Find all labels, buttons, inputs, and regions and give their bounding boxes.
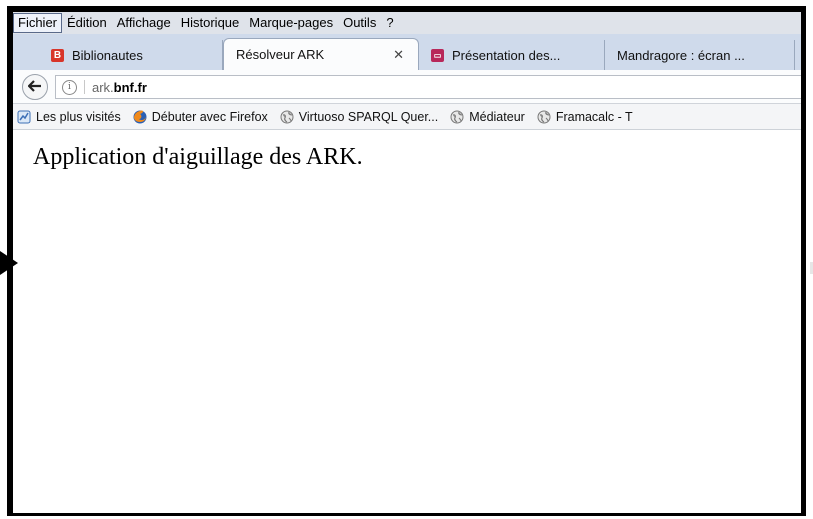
bookmark-label: Virtuoso SPARQL Quer... xyxy=(298,109,439,124)
presentation-favicon-icon: ▭ xyxy=(431,48,444,62)
tab-mandragore[interactable]: Mandragore : écran ... xyxy=(605,40,795,70)
tab-label: Résolveur ARK xyxy=(236,47,325,62)
page-heading: Application d'aiguillage des ARK. xyxy=(33,144,363,170)
bookmark-label: Débuter avec Firefox xyxy=(151,109,268,124)
tab-label: Mandragore : écran ... xyxy=(617,47,745,63)
tab-label: Présentation des... xyxy=(452,47,561,63)
url-host: ark. xyxy=(92,79,114,95)
menu-marque-pages[interactable]: Marque-pages xyxy=(244,14,338,32)
bookmark-label: Les plus visités xyxy=(36,109,121,124)
bookmark-firefox[interactable]: Débuter avec Firefox xyxy=(133,110,268,124)
bookmarks-toolbar: Les plus visités Débuter avec Firefox Vi… xyxy=(13,104,801,130)
tab-strip: B Biblionautes Résolveur ARK ✕ ▭ Présent… xyxy=(13,34,801,70)
tab-resolveur-ark[interactable]: Résolveur ARK ✕ xyxy=(223,38,419,70)
bookmark-label: Framacalc - T xyxy=(555,109,633,124)
pointer-arrow-icon xyxy=(0,251,18,275)
tab-label: Biblionautes xyxy=(72,47,143,63)
globe-icon xyxy=(537,110,551,123)
tab-biblionautes[interactable]: B Biblionautes xyxy=(13,40,223,70)
url-bar[interactable]: i ark. bnf.fr xyxy=(55,75,801,99)
globe-icon xyxy=(280,110,294,123)
menu-affichage[interactable]: Affichage xyxy=(112,14,176,32)
navigation-bar: i ark. bnf.fr xyxy=(13,70,801,104)
menu-bar: Fichier Édition Affichage Historique Mar… xyxy=(13,12,801,34)
back-button[interactable] xyxy=(22,74,48,100)
most-visited-icon xyxy=(17,110,31,123)
menu-outils[interactable]: Outils xyxy=(338,14,381,32)
tab-presentation[interactable]: ▭ Présentation des... xyxy=(419,40,605,70)
menu-help[interactable]: ? xyxy=(381,14,398,32)
browser-window: Fichier Édition Affichage Historique Mar… xyxy=(7,6,806,516)
biblionautes-favicon-icon: B xyxy=(51,48,64,62)
url-domain: bnf.fr xyxy=(113,79,147,95)
close-tab-icon[interactable]: ✕ xyxy=(393,47,404,63)
menu-fichier[interactable]: Fichier xyxy=(13,13,63,33)
bookmark-virtuoso[interactable]: Virtuoso SPARQL Quer... xyxy=(280,110,438,124)
info-icon[interactable]: i xyxy=(62,79,77,95)
firefox-icon xyxy=(133,110,147,123)
url-separator xyxy=(84,80,85,94)
menu-edition[interactable]: Édition xyxy=(62,14,112,32)
back-arrow-icon xyxy=(27,77,42,97)
bookmark-framacalc[interactable]: Framacalc - T xyxy=(537,110,633,124)
bookmark-most-visited[interactable]: Les plus visités xyxy=(17,110,121,124)
globe-icon xyxy=(450,110,464,123)
page-content: Application d'aiguillage des ARK. xyxy=(13,130,801,513)
menu-historique[interactable]: Historique xyxy=(176,14,245,32)
bookmark-mediateur[interactable]: Médiateur xyxy=(450,110,525,124)
bookmark-label: Médiateur xyxy=(469,109,525,124)
